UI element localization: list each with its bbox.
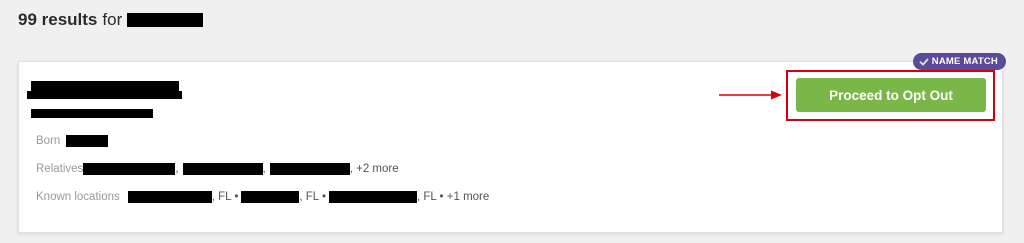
redacted-name-line-2 — [27, 91, 182, 99]
redacted-name — [31, 81, 179, 91]
results-heading: 99 results for — [18, 10, 204, 30]
proceed-to-opt-out-button[interactable]: Proceed to Opt Out — [796, 78, 986, 112]
born-label: Born — [36, 135, 61, 147]
redacted-search-term — [127, 13, 204, 27]
badge-label: NAME MATCH — [931, 56, 998, 67]
redacted-location-3 — [328, 191, 417, 203]
known-locations-row: Known locations , FL • , FL • , FL • +1 … — [36, 191, 489, 203]
redacted-location-1 — [127, 191, 212, 203]
relatives-more: , +2 more — [349, 163, 399, 175]
redacted-relative-2 — [182, 163, 263, 175]
redacted-birth-date — [66, 135, 109, 147]
known-locations-label: Known locations — [36, 191, 120, 203]
redacted-relative-3 — [269, 163, 350, 175]
redacted-relative-1 — [83, 163, 176, 175]
relatives-separator-2: , — [262, 163, 266, 175]
red-arrow-icon — [719, 90, 782, 100]
redacted-location-2 — [241, 191, 300, 203]
check-icon — [919, 58, 929, 65]
location-suffix-2: , FL • — [299, 191, 326, 203]
born-row: Born — [36, 135, 109, 147]
results-for-text: for — [102, 10, 123, 29]
results-count: 99 results — [18, 10, 98, 29]
redacted-age-info — [31, 109, 153, 118]
results-page: 99 results for NAME MATCH Born Relatives… — [0, 0, 1024, 243]
name-match-badge: NAME MATCH — [912, 53, 1006, 70]
result-card: NAME MATCH Born Relatives , , , +2 more … — [18, 53, 1006, 233]
relatives-label: Relatives — [36, 163, 84, 175]
relatives-row: Relatives , , , +2 more — [36, 163, 399, 175]
relatives-separator-1: , — [175, 163, 179, 175]
location-suffix-1: , FL • — [211, 191, 239, 203]
location-suffix-3: , FL • +1 more — [416, 191, 490, 203]
